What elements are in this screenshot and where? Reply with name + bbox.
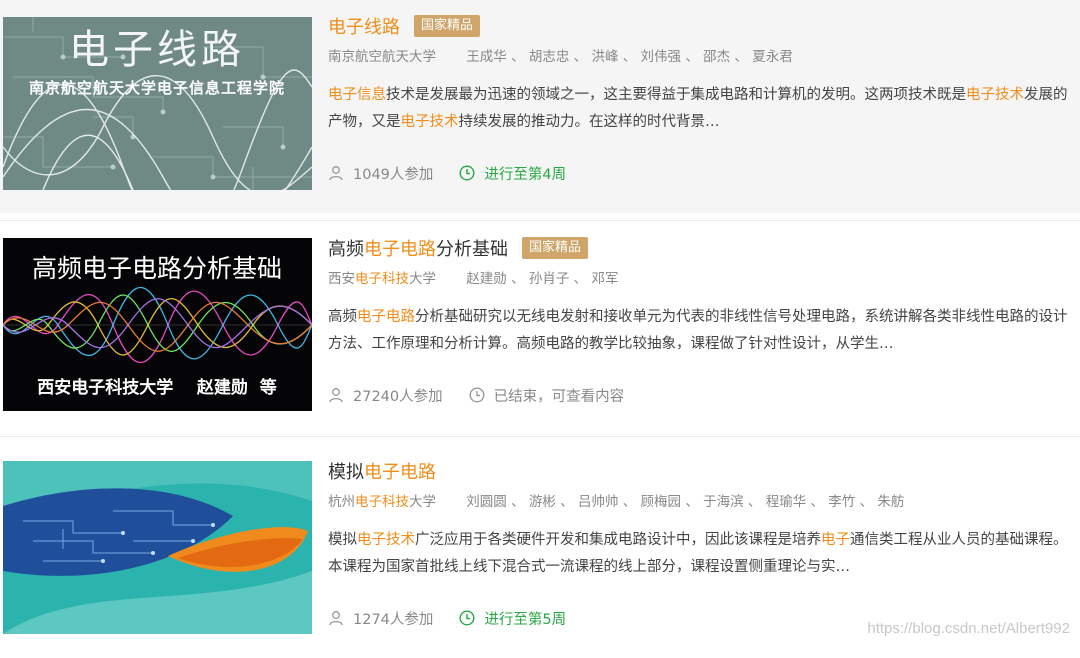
national-quality-badge-2: 国家精品 bbox=[522, 237, 589, 259]
school-name-3[interactable]: 杭州电子科技大学 bbox=[328, 494, 436, 510]
thumb-subtitle-2: 西安电子科技大学 赵建勋 等 bbox=[37, 377, 277, 398]
school-name-1[interactable]: 南京航空航天大学 bbox=[328, 49, 436, 65]
thumb-title-2: 高频电子电路分析基础 bbox=[32, 254, 282, 283]
course-meta-3: 杭州电子科技大学 刘圆圆 、 游彬 、 吕帅帅 、 顾梅园 、 于海滨 、 程瑜… bbox=[328, 491, 1072, 513]
course-title-1[interactable]: 电子线路 bbox=[328, 13, 400, 39]
participants-count-1: 1049人参加 bbox=[353, 166, 434, 183]
clock-icon bbox=[469, 387, 485, 403]
divider bbox=[0, 436, 1080, 437]
school-name-2[interactable]: 西安电子科技大学 bbox=[328, 271, 436, 287]
user-icon bbox=[329, 388, 343, 403]
thumb-title-1: 电子线路 bbox=[69, 27, 245, 73]
course-description-2: 高频电子电路分析基础研究以无线电发射和接收单元为代表的非线性信号处理电路，系统讲… bbox=[328, 309, 1068, 352]
user-icon bbox=[329, 166, 343, 181]
teacher-list-1: 王成华 、 胡志忠 、 洪峰 、 刘伟强 、 邵杰 、 夏永君 bbox=[466, 49, 793, 65]
course-footer-2: 27240人参加 已结束，可查看内容 bbox=[328, 384, 624, 406]
course-info-1: 电子线路 国家精品 南京航空航天大学 王成华 、 胡志忠 、 洪峰 、 刘伟强 … bbox=[328, 10, 1072, 183]
course-meta-1: 南京航空航天大学 王成华 、 胡志忠 、 洪峰 、 刘伟强 、 邵杰 、 夏永君 bbox=[328, 46, 1072, 68]
course-footer-1: 1049人参加 进行至第4周 bbox=[328, 162, 566, 184]
participants-count-3: 1274人参加 bbox=[353, 611, 434, 628]
thumb-subtitle-1: 南京航空航天大学电子信息工程学院 bbox=[29, 79, 285, 97]
course-description-1: 电子信息技术是发展最为迅速的领域之一，这主要得益于集成电路和计算机的发明。这两项… bbox=[328, 87, 1068, 130]
course-status-1: 进行至第4周 bbox=[459, 163, 566, 184]
teacher-list-2: 赵建勋 、 孙肖子 、 邓军 bbox=[466, 271, 619, 287]
course-status-3: 进行至第5周 bbox=[459, 608, 566, 629]
course-status-2: 已结束，可查看内容 bbox=[469, 385, 624, 406]
national-quality-badge-1: 国家精品 bbox=[414, 15, 481, 37]
participants-count-2: 27240人参加 bbox=[353, 388, 443, 405]
divider bbox=[0, 220, 1080, 221]
course-thumbnail-2[interactable]: 高频电子电路分析基础 西安电子科技大学 赵建勋 等 bbox=[3, 238, 312, 411]
course-thumbnail-3[interactable] bbox=[3, 461, 312, 634]
course-description-3: 模拟电子技术广泛应用于各类硬件开发和集成电路设计中，因此该课程是培养电子通信类工… bbox=[328, 532, 1068, 575]
watermark: https://blog.csdn.net/Albert992 bbox=[867, 620, 1070, 637]
course-footer-3: 1274人参加 进行至第5周 bbox=[328, 607, 566, 629]
teacher-list-3: 刘圆圆 、 游彬 、 吕帅帅 、 顾梅园 、 于海滨 、 程瑜华 、 李竹 、 … bbox=[466, 494, 905, 510]
clock-icon bbox=[459, 165, 475, 181]
course-thumbnail-1[interactable]: 电子线路 南京航空航天大学电子信息工程学院 bbox=[3, 17, 312, 190]
course-info-3: 模拟电子电路 杭州电子科技大学 刘圆圆 、 游彬 、 吕帅帅 、 顾梅园 、 于… bbox=[328, 455, 1072, 628]
course-card-1[interactable]: 电子线路 南京航空航天大学电子信息工程学院 电子线路 国家精品 南京航空航天大学… bbox=[0, 0, 1080, 213]
course-title-2[interactable]: 高频电子电路分析基础 bbox=[328, 235, 508, 261]
clock-icon bbox=[459, 610, 475, 626]
course-card-2[interactable]: 高频电子电路分析基础 西安电子科技大学 赵建勋 等 高频电子电路分析基础 国家精… bbox=[0, 222, 1080, 435]
user-icon bbox=[329, 611, 343, 626]
course-info-2: 高频电子电路分析基础 国家精品 西安电子科技大学 赵建勋 、 孙肖子 、 邓军 … bbox=[328, 232, 1072, 405]
course-title-3[interactable]: 模拟电子电路 bbox=[328, 458, 436, 484]
course-meta-2: 西安电子科技大学 赵建勋 、 孙肖子 、 邓军 bbox=[328, 268, 1072, 290]
